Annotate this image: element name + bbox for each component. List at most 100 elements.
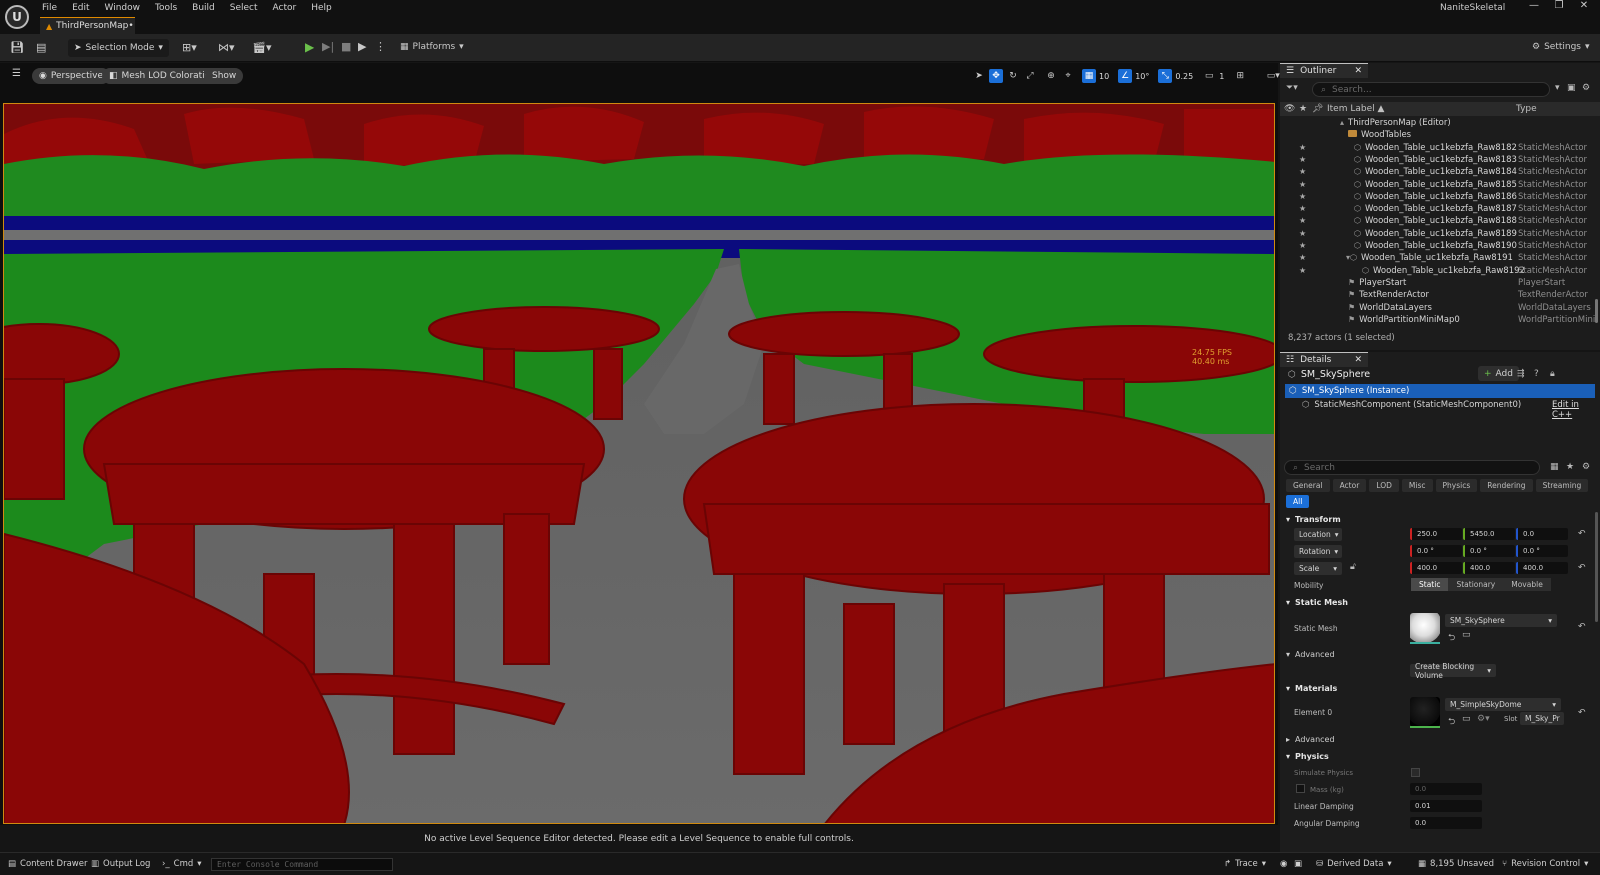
- item-label-column[interactable]: Item Label ▲: [1327, 104, 1384, 114]
- grid-snap-icon[interactable]: ▦: [1082, 69, 1096, 83]
- filter-icon[interactable]: ⏷▾: [1286, 83, 1298, 93]
- edit-in-cpp-link[interactable]: Edit in C++: [1552, 400, 1600, 420]
- snapshot-icon[interactable]: ▣: [1294, 859, 1302, 869]
- outliner-row[interactable]: ★ ⬡ Wooden_Table_uc1kebzfa_Raw8192 StaticMe…: [1280, 266, 1590, 278]
- favorite-star-icon[interactable]: ★: [1299, 241, 1306, 250]
- outliner-search-input[interactable]: ⌕ Search...: [1312, 82, 1550, 97]
- outliner-row[interactable]: ★ ⬡ Wooden_Table_uc1kebzfa_Raw8184 StaticMe…: [1280, 167, 1590, 179]
- perspective-button[interactable]: ◉ Perspective: [32, 68, 110, 84]
- outliner-row[interactable]: ★ ⬡ Wooden_Table_uc1kebzfa_Raw8185 StaticMe…: [1280, 180, 1590, 192]
- content-browser-icon[interactable]: ▤: [36, 41, 46, 54]
- cinematics-icon[interactable]: 🎬︎▾: [252, 41, 272, 54]
- menu-help[interactable]: Help: [311, 3, 341, 13]
- location-z[interactable]: 0.0: [1516, 528, 1568, 540]
- details-tab[interactable]: ☷ Details ✕: [1280, 352, 1368, 367]
- favorite-star-icon[interactable]: ★: [1299, 216, 1306, 225]
- rotation-y[interactable]: 0.0 °: [1463, 545, 1515, 557]
- content-drawer-button[interactable]: ▤ Content Drawer: [8, 859, 87, 869]
- simulate-physics-checkbox[interactable]: [1411, 768, 1420, 777]
- menu-file[interactable]: File: [42, 3, 66, 13]
- rotation-dropdown[interactable]: Rotation ▾: [1294, 545, 1342, 558]
- world-space-icon[interactable]: ⊕: [1044, 69, 1058, 83]
- outliner-row[interactable]: WoodTables: [1280, 130, 1590, 142]
- reset-icon[interactable]: ↶: [1578, 708, 1586, 718]
- menu-tools[interactable]: Tools: [155, 3, 186, 13]
- outliner-row[interactable]: ★ ⬡ Wooden_Table_uc1kebzfa_Raw8188 StaticMe…: [1280, 216, 1590, 228]
- scene-render[interactable]: 24.75 FPS 40.40 ms: [3, 103, 1275, 824]
- level-document-tab[interactable]: ▲ ThirdPersonMap•: [40, 17, 135, 34]
- chevron-down-icon[interactable]: ▾: [1555, 83, 1560, 93]
- folder-icon[interactable]: ▭: [1462, 714, 1471, 724]
- scale-snap-icon[interactable]: ⤡: [1158, 69, 1173, 83]
- outliner-row[interactable]: ★ ⬡ Wooden_Table_uc1kebzfa_Raw8187 StaticMe…: [1280, 204, 1590, 216]
- camera-speed-value[interactable]: 1: [1219, 72, 1224, 81]
- pin-icon[interactable]: 📌︎: [1312, 104, 1323, 114]
- favorite-star-icon[interactable]: ★: [1299, 204, 1306, 213]
- static-mesh-picker[interactable]: SM_SkySphere ▾: [1445, 614, 1557, 627]
- materials-advanced[interactable]: ▸ Advanced: [1280, 731, 1592, 747]
- outliner-row[interactable]: ★ ▾⬡ Wooden_Table_uc1kebzfa_Raw8191 StaticM…: [1280, 253, 1590, 265]
- move-tool-icon[interactable]: ✥: [989, 69, 1003, 83]
- favorites-icon[interactable]: ★: [1566, 462, 1574, 472]
- static-mesh-advanced[interactable]: ▾ Advanced: [1280, 646, 1592, 662]
- unreal-logo-icon[interactable]: U: [5, 5, 29, 29]
- location-y[interactable]: 5450.0: [1463, 528, 1515, 540]
- output-log-button[interactable]: ▥ Output Log: [91, 859, 150, 869]
- surface-snap-icon[interactable]: ⌖: [1061, 69, 1075, 83]
- menu-window[interactable]: Window: [105, 3, 150, 13]
- outliner-row[interactable]: ▴ ThirdPersonMap (Editor): [1280, 118, 1590, 130]
- more-options-icon[interactable]: ⋮: [375, 40, 386, 53]
- reset-icon[interactable]: ↶: [1578, 563, 1586, 573]
- slot-value[interactable]: M_Sky_Pr: [1520, 712, 1564, 725]
- outliner-row[interactable]: ⚑ WorldPartitionMiniMap0 WorldPartitionMin…: [1280, 315, 1595, 327]
- launch-icon[interactable]: ▶: [358, 40, 366, 53]
- menu-edit[interactable]: Edit: [72, 3, 98, 13]
- scale-tool-icon[interactable]: ⤢: [1023, 69, 1037, 83]
- favorite-star-icon[interactable]: ★: [1299, 180, 1306, 189]
- stop-icon[interactable]: ■: [341, 40, 351, 53]
- settings-button[interactable]: ⚙ Settings ▾: [1532, 42, 1590, 52]
- maximize-viewport-icon[interactable]: ⊞: [1233, 69, 1247, 83]
- rotation-snap-value[interactable]: 10°: [1135, 72, 1149, 81]
- details-search-input[interactable]: ⌕ Search: [1284, 460, 1540, 475]
- static-mesh-section[interactable]: ▾ Static Mesh: [1280, 594, 1592, 610]
- favorite-icon[interactable]: ★: [1299, 104, 1307, 114]
- outliner-row[interactable]: ★ ⬡ Wooden_Table_uc1kebzfa_Raw8183 StaticMe…: [1280, 155, 1590, 167]
- linear-damping-value[interactable]: 0.01: [1410, 800, 1482, 812]
- scale-z[interactable]: 400.0: [1516, 562, 1568, 574]
- physics-section[interactable]: ▾ Physics: [1280, 748, 1592, 764]
- close-icon[interactable]: ✕: [1354, 66, 1362, 76]
- selection-mode-dropdown[interactable]: ➤ Selection Mode ▾: [68, 39, 169, 57]
- outliner-row[interactable]: ★ ⬡ Wooden_Table_uc1kebzfa_Raw8182 StaticMe…: [1280, 143, 1590, 155]
- browse-icon[interactable]: ⮌: [1448, 630, 1455, 646]
- category-general[interactable]: General: [1286, 479, 1330, 492]
- favorite-star-icon[interactable]: ★: [1299, 253, 1306, 262]
- maximize-button[interactable]: ❐: [1547, 0, 1571, 14]
- outliner-row[interactable]: ⚑ WorldDataLayers WorldDataLayers: [1280, 303, 1591, 315]
- category-lod[interactable]: LOD: [1369, 479, 1399, 492]
- location-dropdown[interactable]: Location ▾: [1294, 528, 1342, 541]
- gear-icon[interactable]: ⚙: [1582, 83, 1590, 93]
- category-all[interactable]: All: [1286, 495, 1310, 508]
- rotate-tool-icon[interactable]: ↻: [1006, 69, 1020, 83]
- gear-icon[interactable]: ⚙: [1582, 462, 1590, 472]
- lock-icon[interactable]: 🔓︎: [1350, 562, 1356, 572]
- step-icon[interactable]: ▶|: [322, 40, 334, 53]
- menu-build[interactable]: Build: [192, 3, 224, 13]
- show-button[interactable]: Show: [205, 68, 244, 84]
- unsaved-button[interactable]: ▦ 8,195 Unsaved: [1418, 859, 1494, 869]
- add-component-button[interactable]: + Add: [1478, 366, 1519, 381]
- close-window-button[interactable]: ✕: [1572, 0, 1596, 14]
- platforms-button[interactable]: ▦ Platforms ▾: [400, 42, 464, 52]
- blueprint-icon[interactable]: ⇶: [1517, 369, 1525, 379]
- record-icon[interactable]: ◉: [1280, 859, 1287, 869]
- scale-x[interactable]: 400.0: [1410, 562, 1462, 574]
- console-command-input[interactable]: Enter Console Command: [211, 858, 393, 871]
- lock-icon[interactable]: 🔒︎: [1550, 369, 1555, 379]
- favorite-star-icon[interactable]: ★: [1299, 192, 1306, 201]
- outliner-row[interactable]: ★ ⬡ Wooden_Table_uc1kebzfa_Raw8189 StaticMe…: [1280, 229, 1590, 241]
- add-folder-icon[interactable]: ▣: [1567, 83, 1576, 93]
- reset-icon[interactable]: ↶: [1578, 622, 1586, 632]
- mobility-stationary[interactable]: Stationary: [1448, 578, 1504, 591]
- mass-checkbox[interactable]: [1296, 784, 1305, 793]
